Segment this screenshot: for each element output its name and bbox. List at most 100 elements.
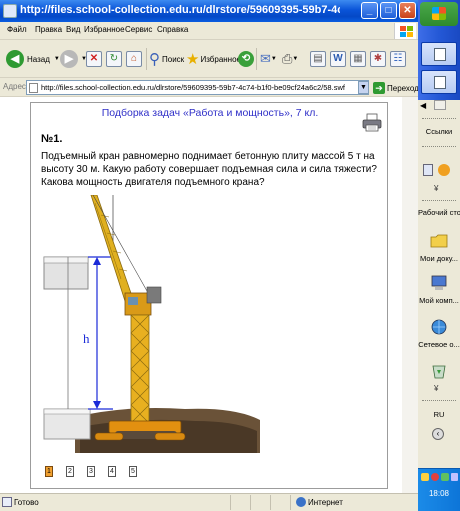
status-bar: Готово Интернет xyxy=(0,493,418,511)
page-button-4[interactable]: 4 xyxy=(108,466,116,477)
links-toolbar-label[interactable]: Ссылки xyxy=(418,127,460,136)
tray-expand-icon[interactable]: ‹ xyxy=(432,428,444,440)
scroll-left-icon[interactable]: ◀ xyxy=(420,101,426,110)
desktop-toolbar-label[interactable]: Рабочий стол xyxy=(418,208,460,217)
mail-icon: ✉ xyxy=(260,51,271,66)
taskbar-window-button[interactable] xyxy=(421,70,457,94)
menu-help[interactable]: Справка xyxy=(157,25,188,34)
go-arrow-icon: ➔ xyxy=(373,82,385,94)
stop-button[interactable]: ✕ xyxy=(86,48,102,70)
search-icon: ⚲ xyxy=(149,51,160,68)
browser-window: http://files.school-collection.edu.ru/dl… xyxy=(0,0,419,511)
favorites-button[interactable]: ★ Избранное xyxy=(186,48,241,70)
toolbar-grip xyxy=(422,118,456,120)
menu-bar: Файл Правка Вид Избранное Сервис Справка xyxy=(0,22,418,40)
extra-button[interactable]: ☷ xyxy=(390,48,406,70)
height-label: h xyxy=(83,331,90,346)
flash-frame: Подборка задач «Работа и мощность», 7 кл… xyxy=(30,102,388,489)
panel-button[interactable] xyxy=(434,100,446,110)
page-button-3[interactable]: 3 xyxy=(87,466,95,477)
forward-arrow-icon: ▶ xyxy=(60,50,78,68)
refresh-button[interactable]: ↻ xyxy=(106,48,122,70)
extra-icon: ☷ xyxy=(390,51,406,67)
window-title: http://files.school-collection.edu.ru/dl… xyxy=(20,4,340,16)
menu-view[interactable]: Вид xyxy=(66,25,80,34)
go-button[interactable]: ➔ Переход xyxy=(373,81,419,95)
tools-button[interactable]: ✱ xyxy=(370,48,386,70)
menu-file[interactable]: Файл xyxy=(7,25,27,34)
forward-button[interactable]: ▶ ▼ xyxy=(60,48,87,70)
my-computer-label[interactable]: Мой комп... xyxy=(418,296,460,305)
status-divider xyxy=(270,495,271,510)
page-status-icon xyxy=(2,497,12,507)
page-button-5[interactable]: 5 xyxy=(129,466,137,477)
page-button-1[interactable]: 1 xyxy=(45,466,53,477)
tray-app-icon[interactable] xyxy=(431,473,439,481)
back-dropdown-icon[interactable]: ▼ xyxy=(54,56,60,62)
task-text: Подъемный кран равномерно поднимает бето… xyxy=(41,151,377,188)
back-label: Назад xyxy=(27,54,50,64)
language-indicator[interactable]: RU xyxy=(418,410,460,419)
edit-button[interactable]: ▤ xyxy=(310,48,326,70)
speaker-icon[interactable] xyxy=(451,473,458,481)
status-text: Готово xyxy=(14,498,39,507)
taskbar-window-button[interactable] xyxy=(421,42,457,66)
clock[interactable]: 18:08 xyxy=(418,489,460,498)
printer-icon[interactable] xyxy=(362,113,382,133)
start-button[interactable] xyxy=(420,2,458,26)
chevron-down-icon[interactable]: ¥ xyxy=(434,184,438,193)
toolbar-separator xyxy=(256,48,257,70)
minimize-button[interactable]: _ xyxy=(361,2,378,19)
windows-logo-icon xyxy=(394,23,416,39)
page-content: Подборка задач «Работа и мощность», 7 кл… xyxy=(0,97,418,493)
stop-icon: ✕ xyxy=(86,51,102,67)
search-label: Поиск xyxy=(162,54,185,64)
menu-favorites[interactable]: Избранное xyxy=(84,25,125,34)
page-button-2[interactable]: 2 xyxy=(66,466,74,477)
vertical-scrollbar[interactable] xyxy=(402,97,418,493)
maximize-button[interactable]: □ xyxy=(380,2,397,19)
menu-edit[interactable]: Правка xyxy=(35,25,62,34)
page-heading: Подборка задач «Работа и мощность», 7 кл… xyxy=(101,107,319,119)
folder-icon[interactable] xyxy=(430,232,448,250)
network-label[interactable]: Сетевое о... xyxy=(418,340,460,349)
windows-taskbar: ◀ Ссылки ¥ Рабочий стол Мои доку... Мой … xyxy=(418,0,460,511)
address-input[interactable]: http://files.school-collection.edu.ru/dl… xyxy=(26,80,369,95)
toolbar: ◀ Назад ▼ ▶ ▼ ✕ ↻ ⌂ ⚲ Поиск ★ Избранное … xyxy=(0,40,418,78)
close-button[interactable]: ✕ xyxy=(399,2,416,19)
messenger-button[interactable]: ▦ xyxy=(350,48,366,70)
tray-app-icon[interactable] xyxy=(441,473,449,481)
window-icon xyxy=(434,76,446,89)
menu-tools[interactable]: Сервис xyxy=(125,25,152,34)
show-desktop-icon[interactable] xyxy=(423,164,433,176)
search-button[interactable]: ⚲ Поиск xyxy=(149,48,184,70)
back-button[interactable]: ◀ Назад ▼ xyxy=(6,48,60,70)
back-arrow-icon: ◀ xyxy=(6,50,24,68)
recycle-icon[interactable] xyxy=(430,362,448,380)
quick-launch-panel: ◀ Ссылки ¥ Рабочий стол Мои доку... Мой … xyxy=(418,100,460,468)
status-divider xyxy=(250,495,251,510)
tray-app-icon[interactable] xyxy=(421,473,429,481)
my-documents-label[interactable]: Мои доку... xyxy=(418,254,460,263)
home-button[interactable]: ⌂ xyxy=(126,48,142,70)
print-button[interactable]: ⎙ ▼ xyxy=(282,48,298,70)
mail-button[interactable]: ✉ ▼ xyxy=(260,48,277,70)
toolbar-grip xyxy=(422,200,456,202)
computer-icon[interactable] xyxy=(430,274,448,292)
address-dropdown[interactable]: ▼ xyxy=(358,81,369,94)
discuss-button[interactable]: W xyxy=(330,48,346,70)
history-button[interactable]: ⟲ xyxy=(238,48,254,70)
word-icon: W xyxy=(330,51,346,67)
ie-page-icon xyxy=(3,4,17,18)
home-icon: ⌂ xyxy=(126,51,142,67)
windows-flag-icon xyxy=(432,7,446,20)
task-number: №1. xyxy=(41,133,63,145)
chevron-down-icon[interactable]: ¥ xyxy=(434,384,438,393)
network-icon[interactable] xyxy=(430,318,448,336)
star-icon: ★ xyxy=(186,51,200,68)
media-player-icon[interactable] xyxy=(438,164,450,176)
address-bar: Адрес http://files.school-collection.edu… xyxy=(0,78,419,97)
history-icon: ⟲ xyxy=(238,51,254,67)
tools-icon: ✱ xyxy=(370,51,386,67)
crane-illustration: h xyxy=(43,195,260,453)
